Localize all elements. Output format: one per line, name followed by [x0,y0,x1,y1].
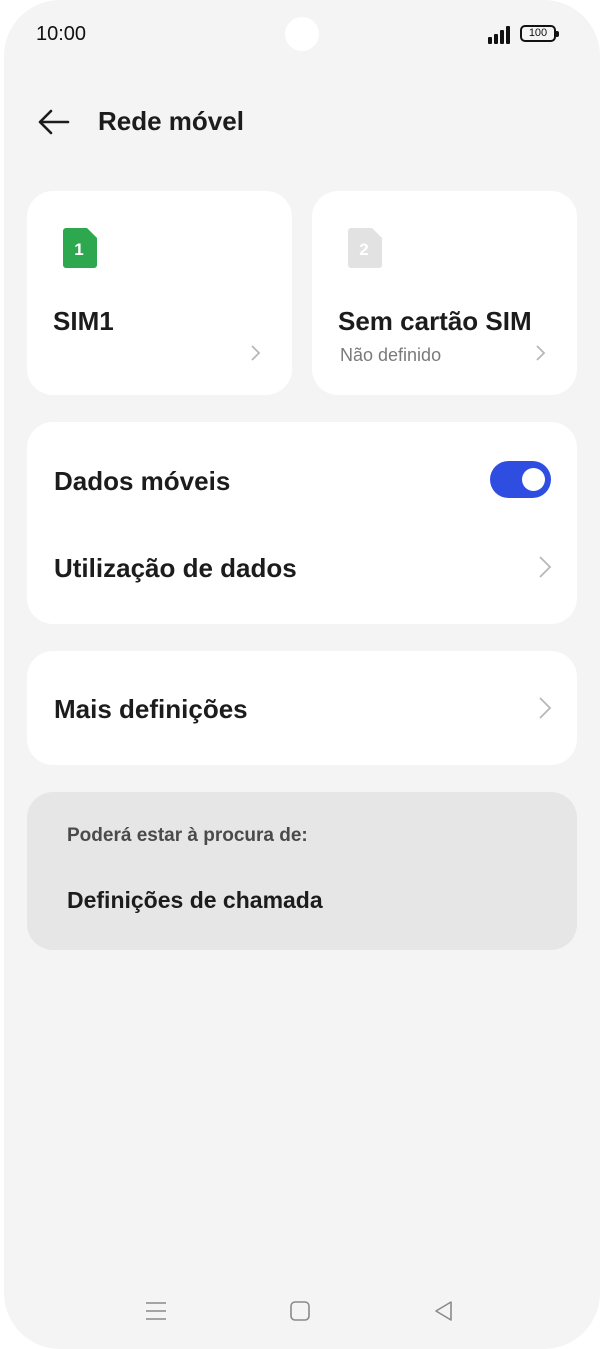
sim2-name: Sem cartão SIM [338,306,532,336]
mobile-data-card: Dados móveis Utilização de dados [27,422,577,624]
more-settings-row[interactable]: Mais definições [27,651,577,765]
sim-card-icon: 2 [348,228,382,268]
home-icon[interactable] [285,1296,315,1326]
phone-screen: 10:00 100 Rede móvel 1 SIM1 2 Sem cartão… [4,0,600,1349]
chevron-right-icon [537,695,553,721]
status-bar: 10:00 100 [4,0,600,70]
status-time: 10:00 [36,23,87,45]
back-triangle-icon[interactable] [429,1296,459,1326]
more-settings-label: Mais definições [54,694,248,724]
suggestion-call-settings[interactable]: Definições de chamada [67,887,323,914]
sim2-badge-number: 2 [359,240,368,259]
menu-icon[interactable] [141,1296,171,1326]
sim-card-icon: 1 [63,228,97,268]
sim1-name: SIM1 [53,306,114,336]
front-camera [285,17,319,51]
chevron-right-icon [537,554,553,580]
sim2-subtitle: Não definido [340,345,442,365]
signal-icon [488,26,514,44]
mobile-data-label: Dados móveis [54,466,231,496]
mobile-data-toggle[interactable] [490,461,551,498]
battery-icon: 100 [520,25,559,42]
chevron-right-icon [534,343,548,363]
sim1-card[interactable]: 1 SIM1 [27,191,292,395]
suggestions-card: Poderá estar à procura de: Definições de… [27,792,577,950]
data-usage-label: Utilização de dados [54,553,297,583]
data-usage-row[interactable]: Utilização de dados [27,532,577,602]
page-title: Rede móvel [98,106,244,136]
suggestions-heading: Poderá estar à procura de: [67,825,308,846]
sim1-badge-number: 1 [74,240,83,259]
arrow-left-icon[interactable] [34,104,74,140]
chevron-right-icon [249,343,263,363]
sim2-card[interactable]: 2 Sem cartão SIM Não definido [312,191,577,395]
